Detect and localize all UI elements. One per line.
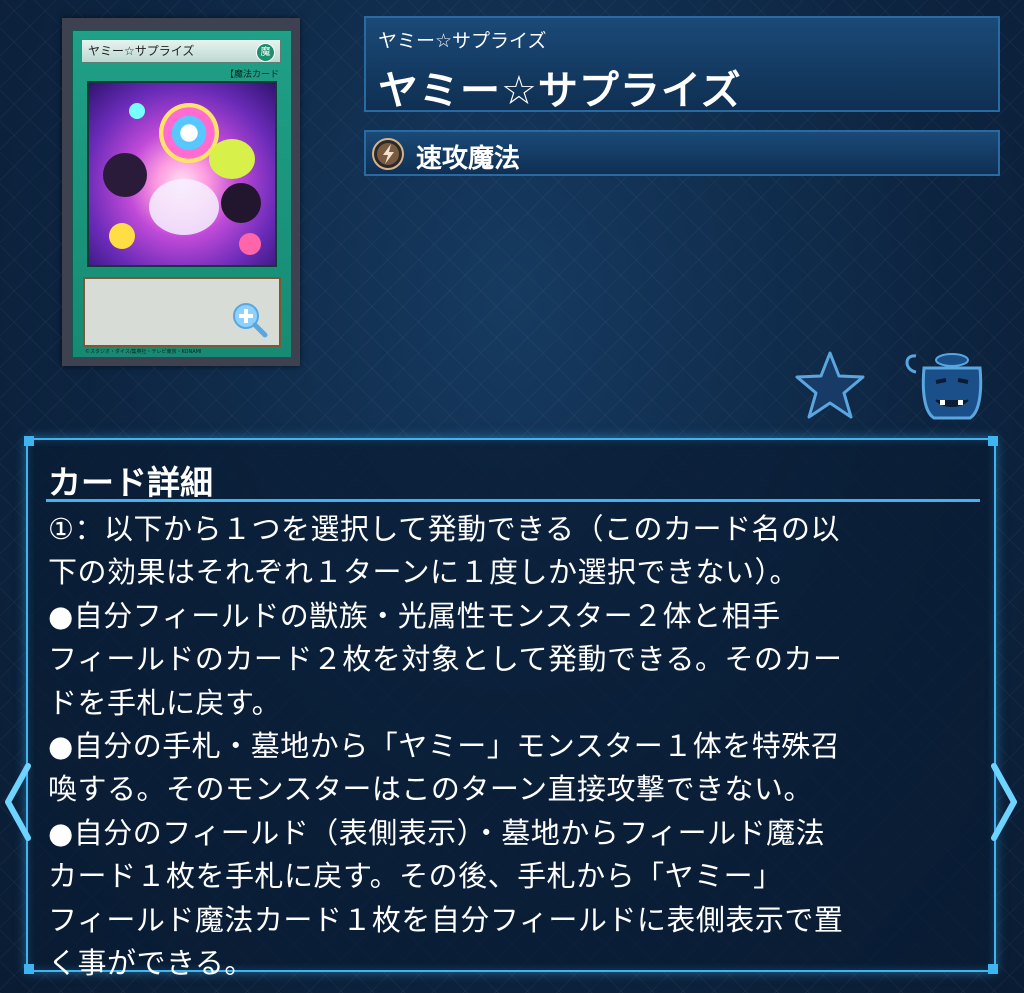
details-divider [46, 499, 980, 502]
card-title-panel: ヤミー☆サプライズ ヤミー☆サプライズ [364, 16, 1000, 114]
card-face: ヤミー☆サプライズ 魔 【魔法カード ©スタジオ・ダイス/集英社・テレビ東京・K… [72, 30, 292, 358]
next-arrow-icon[interactable] [988, 762, 1022, 842]
panel-corner [988, 436, 998, 446]
card-attribute-icon: 魔 [256, 43, 275, 62]
star-icon[interactable] [794, 350, 866, 420]
panel-corner [24, 436, 34, 446]
panel-corner [988, 964, 998, 974]
card-type-panel: 速攻魔法 [364, 130, 1000, 176]
card-text-box [83, 277, 281, 347]
card-frame-name: ヤミー☆サプライズ 魔 [81, 39, 281, 63]
pot-of-greed-icon[interactable] [902, 350, 988, 422]
card-image[interactable]: ヤミー☆サプライズ 魔 【魔法カード ©スタジオ・ダイス/集英社・テレビ東京・K… [62, 18, 300, 366]
card-effect-text: ①：以下から１つを選択して発動できる（このカード名の以 下の効果はそれぞれ１ター… [48, 512, 844, 981]
card-name: ヤミー☆サプライズ [378, 68, 742, 114]
panel-corner [24, 964, 34, 974]
zoom-icon[interactable] [229, 299, 269, 339]
quick-play-icon [372, 138, 404, 170]
previous-arrow-icon[interactable] [0, 762, 34, 842]
card-name-ruby: ヤミー☆サプライズ [378, 30, 547, 52]
details-heading: カード詳細 [48, 463, 213, 502]
card-frame-name-text: ヤミー☆サプライズ [88, 44, 195, 58]
card-artwork [87, 81, 277, 267]
card-type-line: 【魔法カード [224, 70, 279, 80]
card-copyright: ©スタジオ・ダイス/集英社・テレビ東京・KONAMI [85, 349, 202, 355]
card-details-panel[interactable]: カード詳細 ①：以下から１つを選択して発動できる（このカード名の以 下の効果はそ… [24, 436, 998, 980]
card-type-label: 速攻魔法 [416, 144, 521, 174]
